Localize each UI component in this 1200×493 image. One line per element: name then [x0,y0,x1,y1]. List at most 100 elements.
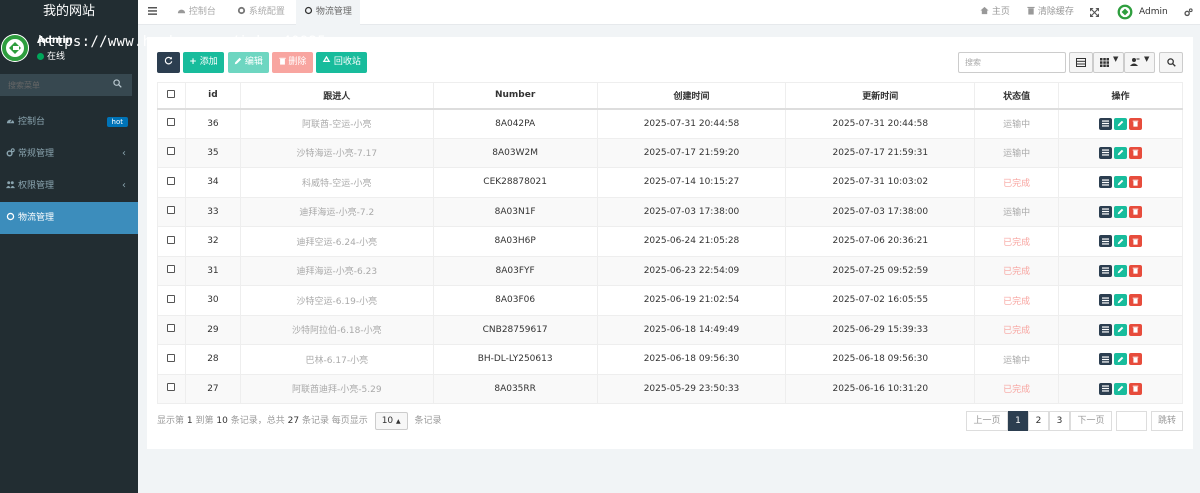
admin-avatar[interactable] [1117,4,1133,20]
row-delete-button[interactable] [1129,382,1143,395]
page-button-3[interactable]: 3 [1049,411,1070,431]
table-row[interactable]: 33 迪拜海运-小亮-7.2 8A03N1F 2025-07-03 17:38:00 2… [157,196,1183,227]
detail-button[interactable] [1099,146,1113,159]
detail-button[interactable] [1099,264,1113,277]
detail-button[interactable] [1099,323,1113,336]
row-edit-button[interactable] [1114,264,1128,277]
row-select-cell [157,108,186,139]
created-time-cell: 2025-06-24 21:05:28 [596,226,787,257]
row-checkbox[interactable] [167,206,176,215]
detail-button[interactable] [1099,235,1113,248]
clear-cache-button[interactable]: 清除缓存 [1027,0,1074,25]
table-row[interactable]: 31 迪拜海运-小亮-6.23 8A03FYF 2025-06-23 22:54:09… [157,255,1183,286]
row-delete-button[interactable] [1129,176,1143,189]
row-edit-button[interactable] [1114,353,1128,366]
table-row[interactable]: 35 沙特海运-小亮-7.17 8A03W2M 2025-07-17 21:59:20… [157,137,1183,168]
tab-system-config[interactable]: 系统配置 [229,0,293,25]
row-checkbox[interactable] [167,235,176,244]
row-edit-button[interactable] [1114,235,1128,248]
row-checkbox[interactable] [167,324,176,333]
table-row[interactable]: 32 迪拜空运-6.24-小亮 8A03H6P 2025-06-24 21:05:28… [157,226,1183,257]
row-checkbox[interactable] [167,294,176,303]
page-button-2[interactable]: 2 [1028,411,1049,431]
columns-button[interactable]: ▼ [1093,52,1124,73]
row-checkbox[interactable] [167,118,176,126]
app-title[interactable]: 我的网站 [0,0,138,26]
home-link[interactable]: 主页 [980,0,1010,25]
id-cell: 35 [184,137,241,168]
column-header[interactable]: 创建时间 [596,82,787,110]
prev-page-button[interactable]: 上一页 [966,411,1008,431]
row-delete-button[interactable] [1129,146,1143,159]
chevron-left-icon: ‹ [122,180,126,191]
row-edit-button[interactable] [1114,146,1128,159]
page-size-select[interactable]: 10 ▲ [374,412,408,430]
export-button[interactable]: ▼ [1124,52,1155,73]
row-edit-button[interactable] [1114,382,1128,395]
column-header[interactable]: 状态值 [974,82,1060,110]
sidebar-item-general[interactable]: 常规管理 ‹ [0,138,138,170]
column-header[interactable]: 跟进人 [239,82,434,110]
next-page-button[interactable]: 下一页 [1070,411,1112,431]
row-checkbox[interactable] [167,147,176,156]
sidebar-item-logistics[interactable]: 物流管理 [0,202,138,234]
row-delete-button[interactable] [1129,235,1143,248]
refresh-button[interactable] [157,52,180,73]
table-row[interactable]: 34 科威特-空运-小亮 CEK28878021 2025-07-14 10:15:2… [157,167,1183,198]
row-delete-button[interactable] [1129,294,1143,307]
page-button-1[interactable]: 1 [1008,411,1028,431]
fullscreen-icon[interactable] [1090,8,1099,17]
table-row[interactable]: 36 阿联酋-空运-小亮 8A042PA 2025-07-31 20:44:58 202… [157,108,1183,139]
row-delete-button[interactable] [1129,323,1143,336]
column-header[interactable]: 更新时间 [785,82,976,110]
row-edit-button[interactable] [1114,176,1128,189]
row-edit-button[interactable] [1114,205,1128,218]
select-all-checkbox[interactable] [167,89,176,98]
created-time-cell: 2025-07-17 21:59:20 [596,137,787,168]
row-delete-button[interactable] [1129,205,1143,218]
row-delete-button[interactable] [1129,264,1143,277]
menu-toggle-icon[interactable] [148,6,158,16]
table-row[interactable]: 29 沙特阿拉伯-6.18-小亮 CNB28759617 2025-06-18 14:… [157,314,1183,345]
detail-button[interactable] [1099,382,1113,395]
admin-menu[interactable]: Admin [1139,0,1168,25]
row-select-cell [157,285,186,316]
row-checkbox[interactable] [167,383,176,392]
jump-page-input[interactable] [1116,411,1147,431]
row-edit-button[interactable] [1114,117,1128,130]
row-checkbox[interactable] [167,176,176,185]
detail-button[interactable] [1099,294,1113,307]
updated-time-cell: 2025-06-18 09:56:30 [785,344,976,375]
table-row[interactable]: 28 巴林-6.17-小亮 BH-DL-LY250613 2025-06-18 09:… [157,344,1183,375]
column-header[interactable]: id [184,82,241,110]
recycle-bin-button[interactable]: 回收站 [316,52,367,73]
detail-button[interactable] [1099,117,1113,130]
tab-dashboard[interactable]: 控制台 [169,0,224,25]
row-edit-button[interactable] [1114,323,1128,336]
advanced-search-button[interactable] [1159,52,1183,73]
row-delete-button[interactable] [1129,117,1143,130]
detail-button[interactable] [1099,205,1113,218]
sidebar-item-dashboard[interactable]: 控制台 hot [0,106,138,138]
avatar[interactable] [1,34,29,62]
detail-button[interactable] [1099,176,1113,189]
settings-icon[interactable] [1184,8,1193,17]
search-icon[interactable] [113,79,122,88]
detail-button[interactable] [1099,353,1113,366]
row-delete-button[interactable] [1129,353,1143,366]
delete-button[interactable]: 删除 [272,52,313,73]
row-select-cell [157,373,186,404]
row-checkbox[interactable] [167,353,176,362]
row-checkbox[interactable] [167,265,176,274]
toggle-view-button[interactable] [1069,52,1093,73]
row-edit-button[interactable] [1114,294,1128,307]
edit-button[interactable]: 编辑 [228,52,269,73]
column-header[interactable]: Number [432,82,598,110]
jump-button[interactable]: 跳转 [1151,411,1183,431]
table-search-input[interactable] [958,52,1066,73]
sidebar-item-permission[interactable]: 权限管理 ‹ [0,170,138,202]
add-button[interactable]: + 添加 [183,52,224,73]
table-row[interactable]: 27 阿联酋迪拜-小亮-5.29 8A035RR 2025-05-29 23:50:3… [157,373,1183,404]
table-row[interactable]: 30 沙特空运-6.19-小亮 8A03F06 2025-06-19 21:02:54… [157,285,1183,316]
tab-logistics[interactable]: 物流管理 [296,0,360,25]
